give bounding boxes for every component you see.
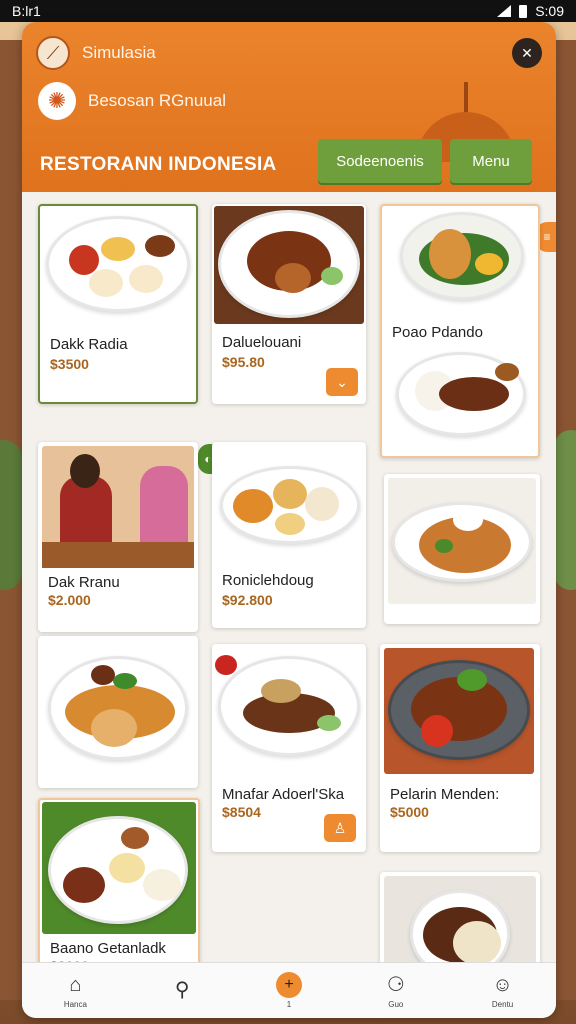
nav-chat[interactable]: ⚆ Guo	[361, 972, 431, 1009]
nav-label: 1	[286, 1000, 292, 1009]
secondary-button[interactable]: Sodeenoenis	[318, 139, 442, 183]
card-price: $92.800	[222, 592, 273, 608]
menu-card[interactable]: Dak Rranu $2.000	[38, 442, 198, 632]
diners-photo	[42, 446, 194, 568]
nav-label: Guo	[388, 1000, 404, 1009]
close-icon[interactable]: ✕	[512, 38, 542, 68]
nav-add[interactable]: + 1	[254, 972, 324, 1009]
card-title: Baano Getanladk	[50, 940, 166, 957]
battery-icon	[519, 4, 528, 18]
profile-icon: ☺	[492, 974, 513, 996]
food-plate-image	[46, 216, 190, 312]
restaurant-title: RESTORANN INDONESIA	[40, 154, 277, 175]
menu-card[interactable]: Roniclehdoug $92.800	[212, 442, 366, 628]
bottom-nav: ⌂ Hanca ⚲ + 1 ⚆ Guo ☺ Dentu	[22, 962, 556, 1018]
plus-icon: +	[275, 972, 302, 998]
card-title: Roniclehdoug	[222, 572, 314, 589]
nav-label: Dentu	[491, 1000, 514, 1009]
card-title: Daluelouani	[222, 334, 302, 351]
menu-card[interactable]	[384, 474, 540, 624]
food-plate-image	[48, 656, 188, 760]
chat-icon: ⚆	[386, 974, 405, 996]
add-to-order-icon[interactable]: ♙	[324, 814, 356, 842]
menu-grid: ≡ Dakk Radia $3500 Daluelouani $95.80 ⌄ …	[22, 192, 556, 992]
food-photo	[384, 648, 534, 774]
menu-card[interactable]: Pelarin Menden: $5000	[380, 644, 540, 852]
menu-button[interactable]: Menu	[450, 139, 532, 183]
menu-card[interactable]: Baano Getanladk $3000	[38, 798, 200, 984]
app-window: ⟋ Simulasia ✕ ✺ Besosan RGnuual RESTORAN…	[22, 22, 556, 1018]
home-icon: ⌂	[69, 974, 82, 996]
card-price: $2.000	[48, 592, 91, 608]
card-price: $5000	[390, 804, 429, 820]
card-title: Pelarin Menden:	[390, 786, 500, 803]
nav-label: Hanca	[63, 1000, 87, 1009]
nav-profile[interactable]: ☺ Dentu	[468, 972, 538, 1009]
card-title: Poao Pdando	[392, 324, 483, 341]
status-bar: B:lr1 S:09	[0, 0, 576, 22]
food-plate-image	[215, 655, 360, 756]
background-person-left	[0, 440, 22, 590]
card-title: Dakk Radia	[50, 336, 128, 353]
search-icon: ⚲	[174, 978, 190, 1001]
card-price: $3500	[50, 356, 89, 372]
app-title: Simulasia	[82, 43, 156, 62]
menu-card[interactable]: Dakk Radia $3500	[38, 204, 198, 404]
status-time: S:09	[535, 3, 564, 19]
card-price: $95.80	[222, 354, 265, 370]
nav-search[interactable]: ⚲	[147, 977, 217, 1005]
back-icon[interactable]: ⟋	[36, 36, 70, 70]
header-subtitle: Besosan RGnuual	[88, 91, 226, 110]
menu-card[interactable]	[38, 636, 198, 788]
restaurant-logo-icon: ✺	[38, 82, 76, 120]
header: ⟋ Simulasia ✕ ✺ Besosan RGnuual RESTORAN…	[22, 22, 556, 192]
status-carrier: B:lr1	[12, 3, 41, 19]
food-photo	[42, 802, 196, 934]
wifi-signal-icon	[497, 5, 512, 17]
food-plate-image	[396, 352, 526, 436]
card-price: $8504	[222, 804, 261, 820]
card-title: Dak Rranu	[48, 574, 120, 591]
menu-card[interactable]: Daluelouani $95.80 ⌄	[212, 204, 366, 404]
food-photo	[214, 206, 364, 324]
add-to-order-icon[interactable]: ⌄	[326, 368, 358, 396]
menu-card[interactable]: Mnafar Adoerl'Ska $8504 ♙	[212, 644, 366, 852]
background-person-right	[554, 430, 576, 590]
food-photo	[388, 478, 536, 604]
nav-home[interactable]: ⌂ Hanca	[40, 972, 110, 1009]
menu-card[interactable]: Poao Pdando	[380, 204, 540, 458]
food-plate-image	[220, 466, 360, 544]
card-title: Mnafar Adoerl'Ska	[222, 786, 345, 803]
food-plate-image	[400, 212, 524, 300]
